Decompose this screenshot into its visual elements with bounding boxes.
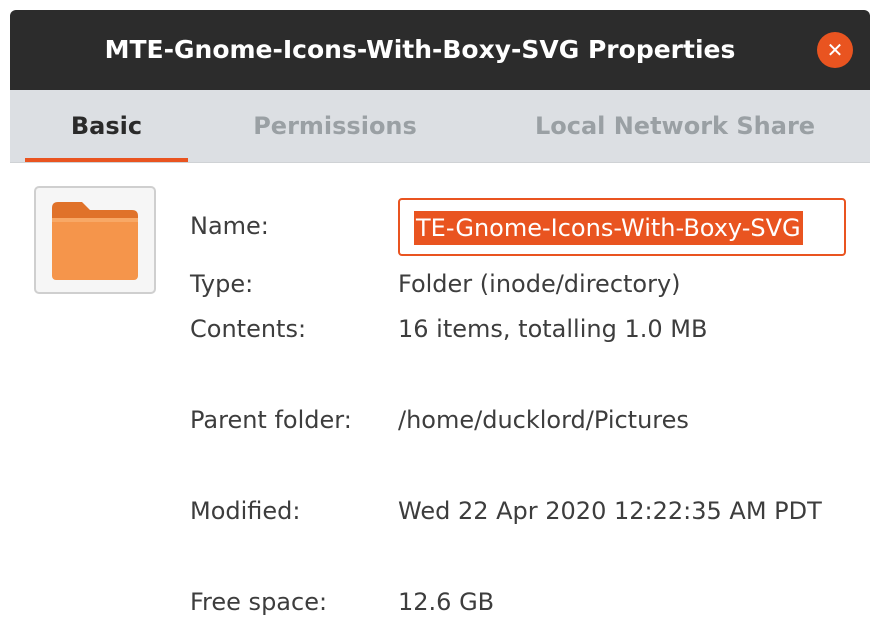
free-space-value: 12.6 GB bbox=[398, 588, 495, 616]
close-icon: ✕ bbox=[826, 38, 844, 62]
window-title: MTE-Gnome-Icons-With-Boxy-SVG Properties bbox=[104, 35, 736, 64]
title-bar: MTE-Gnome-Icons-With-Boxy-SVG Properties… bbox=[10, 10, 870, 90]
folder-icon bbox=[52, 202, 138, 280]
tab-permissions[interactable]: Permissions bbox=[230, 90, 440, 162]
close-button[interactable]: ✕ bbox=[817, 32, 853, 68]
tab-label: Permissions bbox=[253, 112, 417, 140]
active-tab-indicator bbox=[25, 158, 188, 162]
modified-label: Modified: bbox=[190, 497, 301, 525]
type-label: Type: bbox=[190, 270, 254, 298]
tab-label: Basic bbox=[70, 112, 143, 140]
name-field-selected-text: TE-Gnome-Icons-With-Boxy-SVG bbox=[414, 211, 803, 245]
properties-dialog: MTE-Gnome-Icons-With-Boxy-SVG Properties… bbox=[0, 0, 870, 618]
contents-label: Contents: bbox=[190, 315, 307, 343]
modified-value: Wed 22 Apr 2020 12:22:35 AM PDT bbox=[398, 497, 822, 525]
tab-bar: Basic Permissions Local Network Share bbox=[10, 90, 870, 163]
name-label: Name: bbox=[190, 212, 269, 240]
parent-folder-label: Parent folder: bbox=[190, 406, 352, 434]
contents-value: 16 items, totalling 1.0 MB bbox=[398, 315, 708, 343]
free-space-label: Free space: bbox=[190, 588, 328, 616]
parent-folder-value: /home/ducklord/Pictures bbox=[398, 406, 689, 434]
type-value: Folder (inode/directory) bbox=[398, 270, 681, 298]
folder-icon-button[interactable] bbox=[34, 186, 156, 294]
tab-label: Local Network Share bbox=[534, 112, 816, 140]
tab-basic[interactable]: Basic bbox=[25, 90, 188, 162]
name-field[interactable]: TE-Gnome-Icons-With-Boxy-SVG bbox=[398, 198, 846, 256]
tab-local-network-share[interactable]: Local Network Share bbox=[510, 90, 840, 162]
